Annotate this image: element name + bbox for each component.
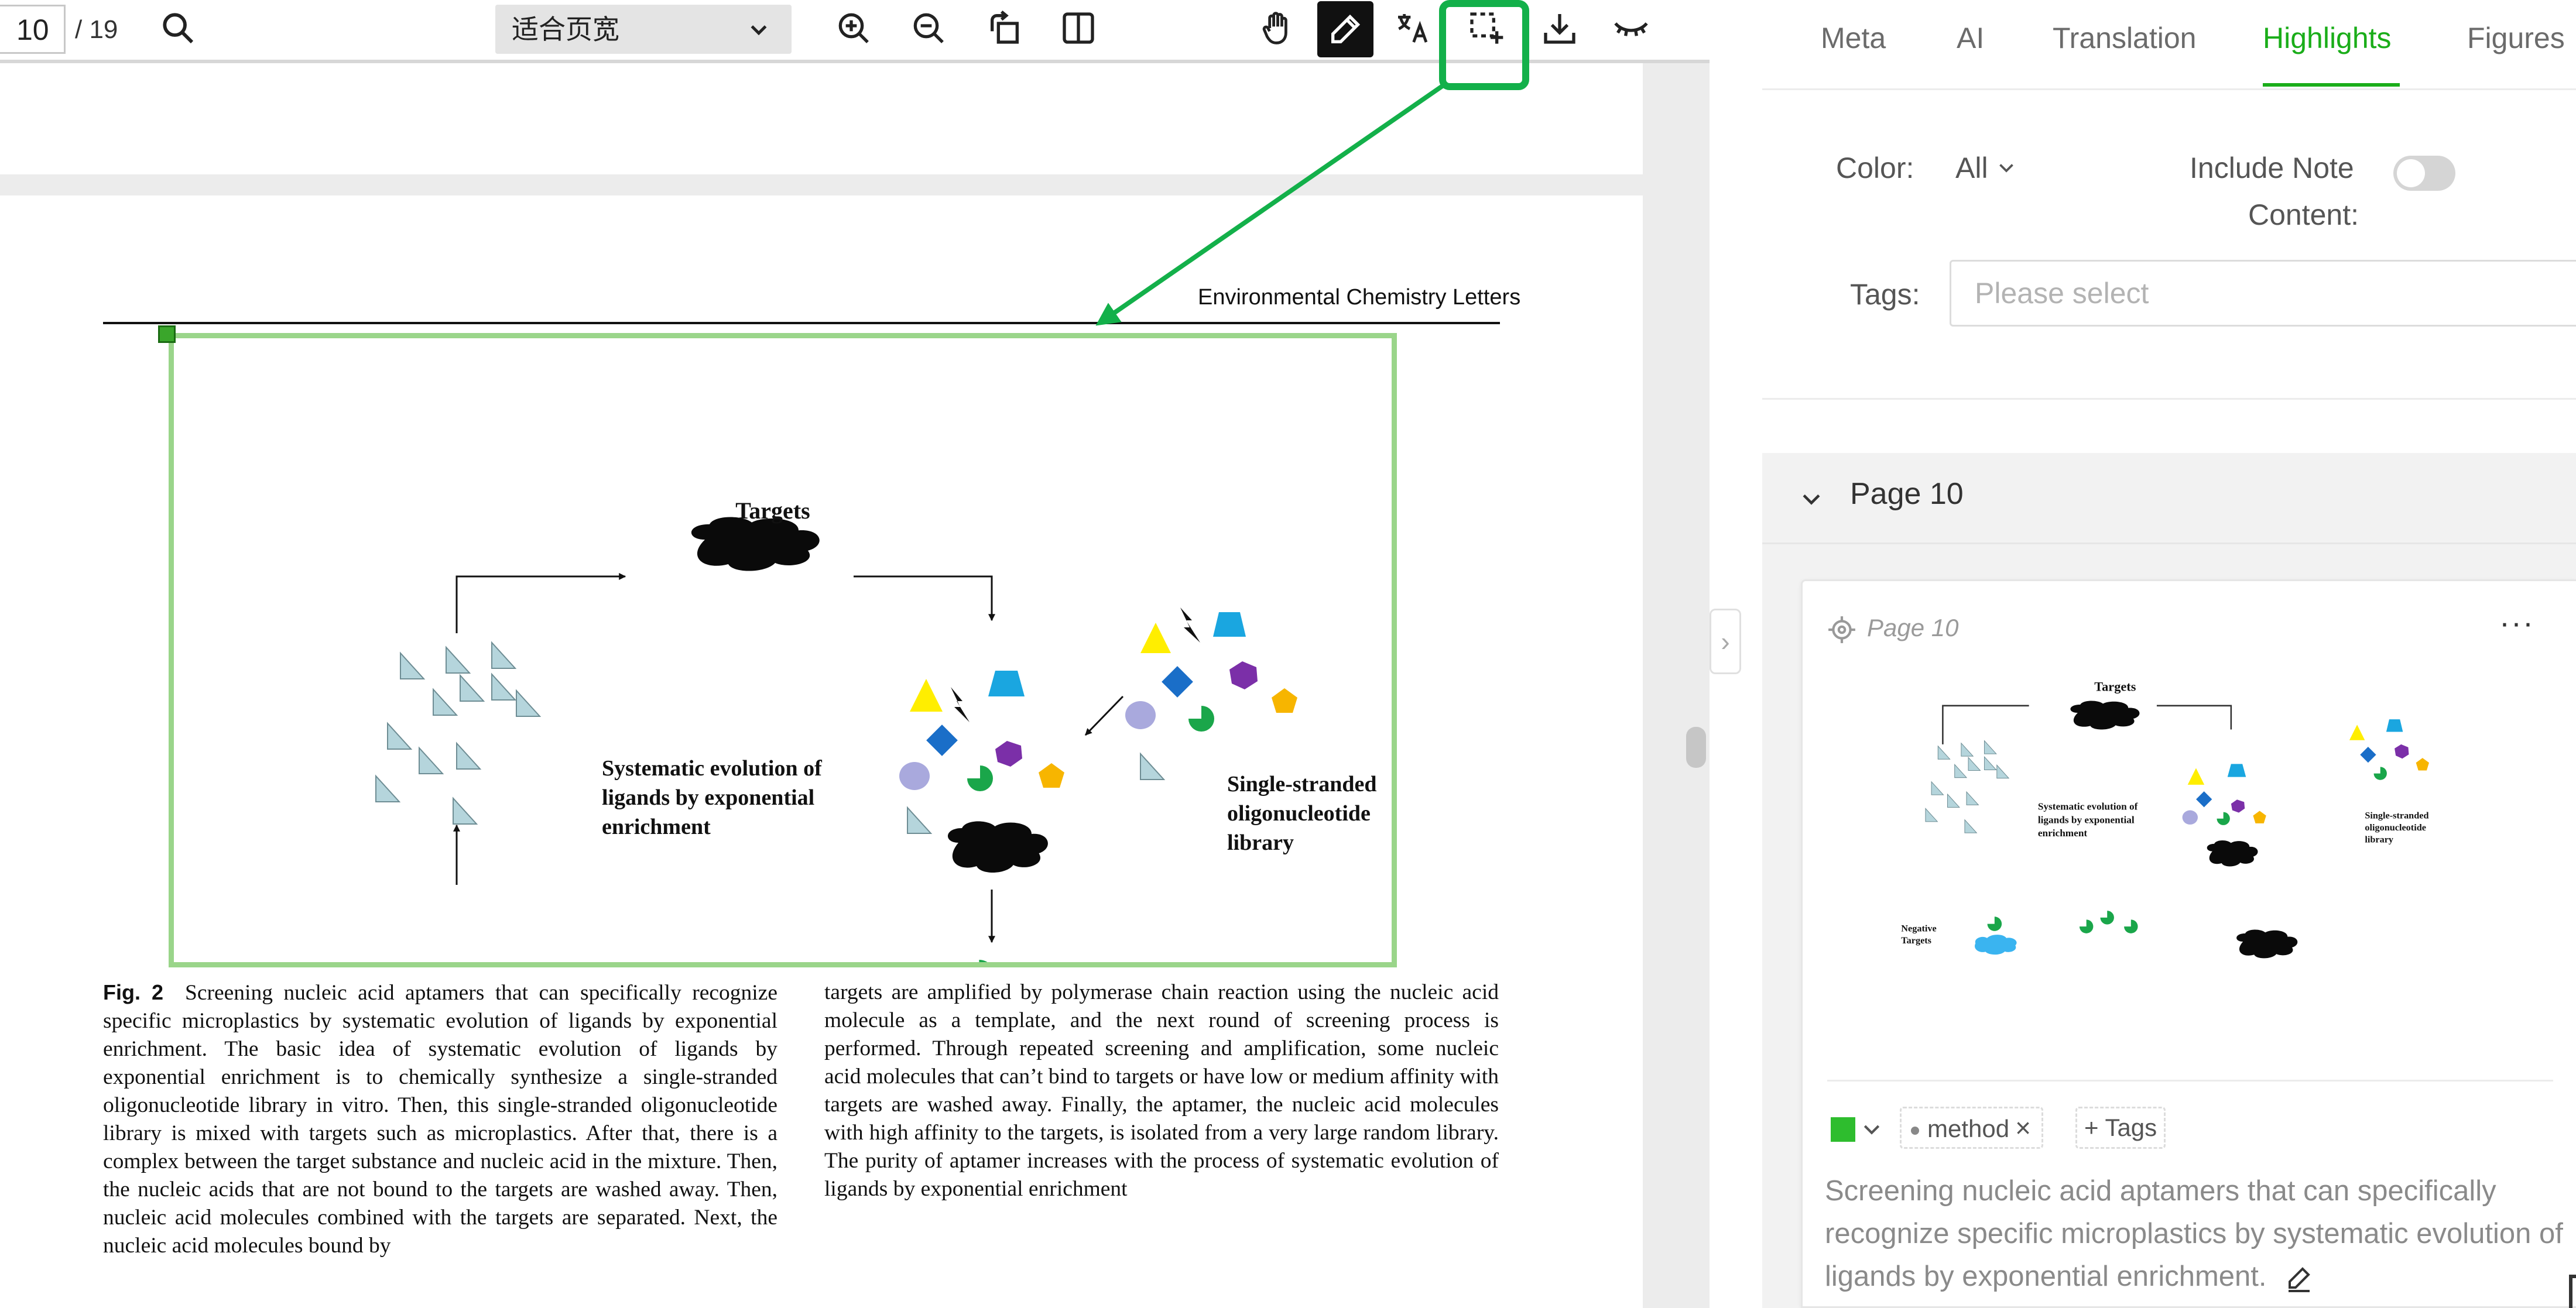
panel-tabs: Meta AI Translation Highlights Figures: [1762, 0, 2576, 90]
color-filter-value: All: [1955, 152, 1988, 184]
panel-toggle[interactable]: ›: [1710, 609, 1741, 674]
tags-filter-select[interactable]: Please select: [1950, 260, 2576, 327]
highlight-group-title: Page 10: [1850, 477, 1964, 511]
highlight-note-text: Screening nucleic acid aptamers that can…: [1825, 1175, 2563, 1292]
journal-header: Environmental Chemistry Letters: [1198, 285, 1521, 310]
caption-right-column: targets are amplified by polymerase chai…: [824, 980, 1499, 1201]
pdf-viewport[interactable]: Environmental Chemistry Letters Targets …: [0, 63, 1710, 1308]
search-icon[interactable]: [153, 4, 203, 53]
add-tags-button[interactable]: + Tags: [2075, 1107, 2166, 1149]
tab-meta[interactable]: Meta: [1821, 21, 1886, 55]
thumb-label-library-3: library: [2365, 834, 2393, 844]
tags-filter-label: Tags:: [1850, 278, 1920, 311]
highlight-group-header[interactable]: Page 10: [1762, 453, 2576, 544]
zoom-in-icon[interactable]: [829, 4, 878, 53]
locate-icon[interactable]: [1827, 615, 1856, 644]
highlight-thumbnail[interactable]: Targets Systematic evolution of ligands …: [1889, 669, 2506, 987]
page-number-input[interactable]: 10: [0, 5, 66, 54]
download-icon[interactable]: [1535, 4, 1584, 53]
thumb-label-library-2: oligonucleotide: [2365, 822, 2426, 833]
tab-translation[interactable]: Translation: [2053, 21, 2196, 55]
caption-figure-number: Fig. 2: [103, 980, 164, 1004]
pdf-page: Environmental Chemistry Letters Targets …: [0, 195, 1643, 1308]
edit-icon[interactable]: [2285, 1264, 2313, 1293]
include-note-label-2: Content:: [2248, 198, 2359, 231]
close-icon[interactable]: ×: [2015, 1113, 2031, 1143]
selection-handle[interactable]: [158, 325, 176, 343]
page-total: / 19: [75, 15, 118, 44]
previous-page: [0, 63, 1643, 174]
eye-closed-icon[interactable]: [1606, 4, 1656, 53]
zoom-select[interactable]: 适合页宽: [495, 5, 792, 54]
split-view-icon[interactable]: [1054, 4, 1103, 53]
side-panel: Meta AI Translation Highlights Figures C…: [1762, 0, 2576, 1308]
tab-ai[interactable]: AI: [1957, 21, 1984, 55]
caption-left-text: Screening nucleic acid aptamers that can…: [103, 981, 778, 1258]
rotate-icon[interactable]: [980, 4, 1029, 53]
hand-icon[interactable]: [1253, 4, 1302, 53]
highlight-color-swatch[interactable]: [1831, 1117, 1855, 1142]
highlight-card[interactable]: Page 10 ··· Targets Systematic evolution…: [1801, 579, 2576, 1308]
thumb-label-library: Single-stranded: [2365, 811, 2428, 821]
translate-icon[interactable]: [1388, 4, 1437, 53]
divider: [1827, 1080, 2553, 1082]
more-options-button[interactable]: ···: [2499, 605, 2534, 641]
thumb-label-targets: Targets: [2094, 679, 2136, 694]
thumb-label-selex-2: ligands by exponential: [2038, 814, 2135, 825]
zoom-out-icon[interactable]: [904, 4, 953, 53]
thumb-label-negative: Negative: [1901, 924, 1936, 934]
chevron-down-icon: [1803, 494, 1820, 505]
color-filter-label: Color:: [1836, 152, 1914, 184]
highlight-note[interactable]: Screening nucleic acid aptamers that can…: [1825, 1170, 2576, 1298]
thumb-label-negative-2: Targets: [1901, 935, 1931, 946]
area-selection-box[interactable]: [169, 333, 1397, 967]
include-note-label-1: Include Note: [2190, 152, 2354, 184]
tab-figures[interactable]: Figures: [2467, 21, 2565, 55]
tag-dot-icon: [1911, 1126, 1919, 1135]
thumb-label-selex: Systematic evolution of: [2038, 801, 2138, 812]
chevron-down-icon: [1999, 164, 2014, 173]
tag-chip-label: method: [1927, 1115, 2010, 1142]
caption-left-column: Fig. 2 Screening nucleic acid aptamers t…: [103, 979, 777, 1260]
chevron-down-icon: [751, 25, 767, 36]
annotation-callout-box: [1439, 0, 1529, 90]
thumb-label-selex-3: enrichment: [2038, 828, 2088, 839]
highlight-group: Page 10 Page 10 ··· Targets Systematic e…: [1762, 453, 2576, 1308]
resize-corner[interactable]: [2569, 1275, 2576, 1308]
divider: [1762, 398, 2576, 400]
include-note-toggle[interactable]: [2393, 156, 2455, 191]
tag-chip[interactable]: method ×: [1900, 1107, 2043, 1149]
chevron-right-icon: ›: [1721, 626, 1730, 657]
pen-icon[interactable]: [1317, 1, 1373, 57]
highlight-page-label[interactable]: Page 10: [1867, 614, 1958, 642]
scrollbar-thumb[interactable]: [1686, 727, 1706, 768]
active-tab-indicator: [2263, 83, 2400, 87]
color-filter-select[interactable]: All: [1955, 151, 2017, 185]
header-rule: [103, 322, 1500, 324]
chevron-down-icon[interactable]: [1860, 1117, 1883, 1141]
tab-highlights[interactable]: Highlights: [2263, 21, 2392, 55]
zoom-select-value: 适合页宽: [512, 13, 619, 45]
